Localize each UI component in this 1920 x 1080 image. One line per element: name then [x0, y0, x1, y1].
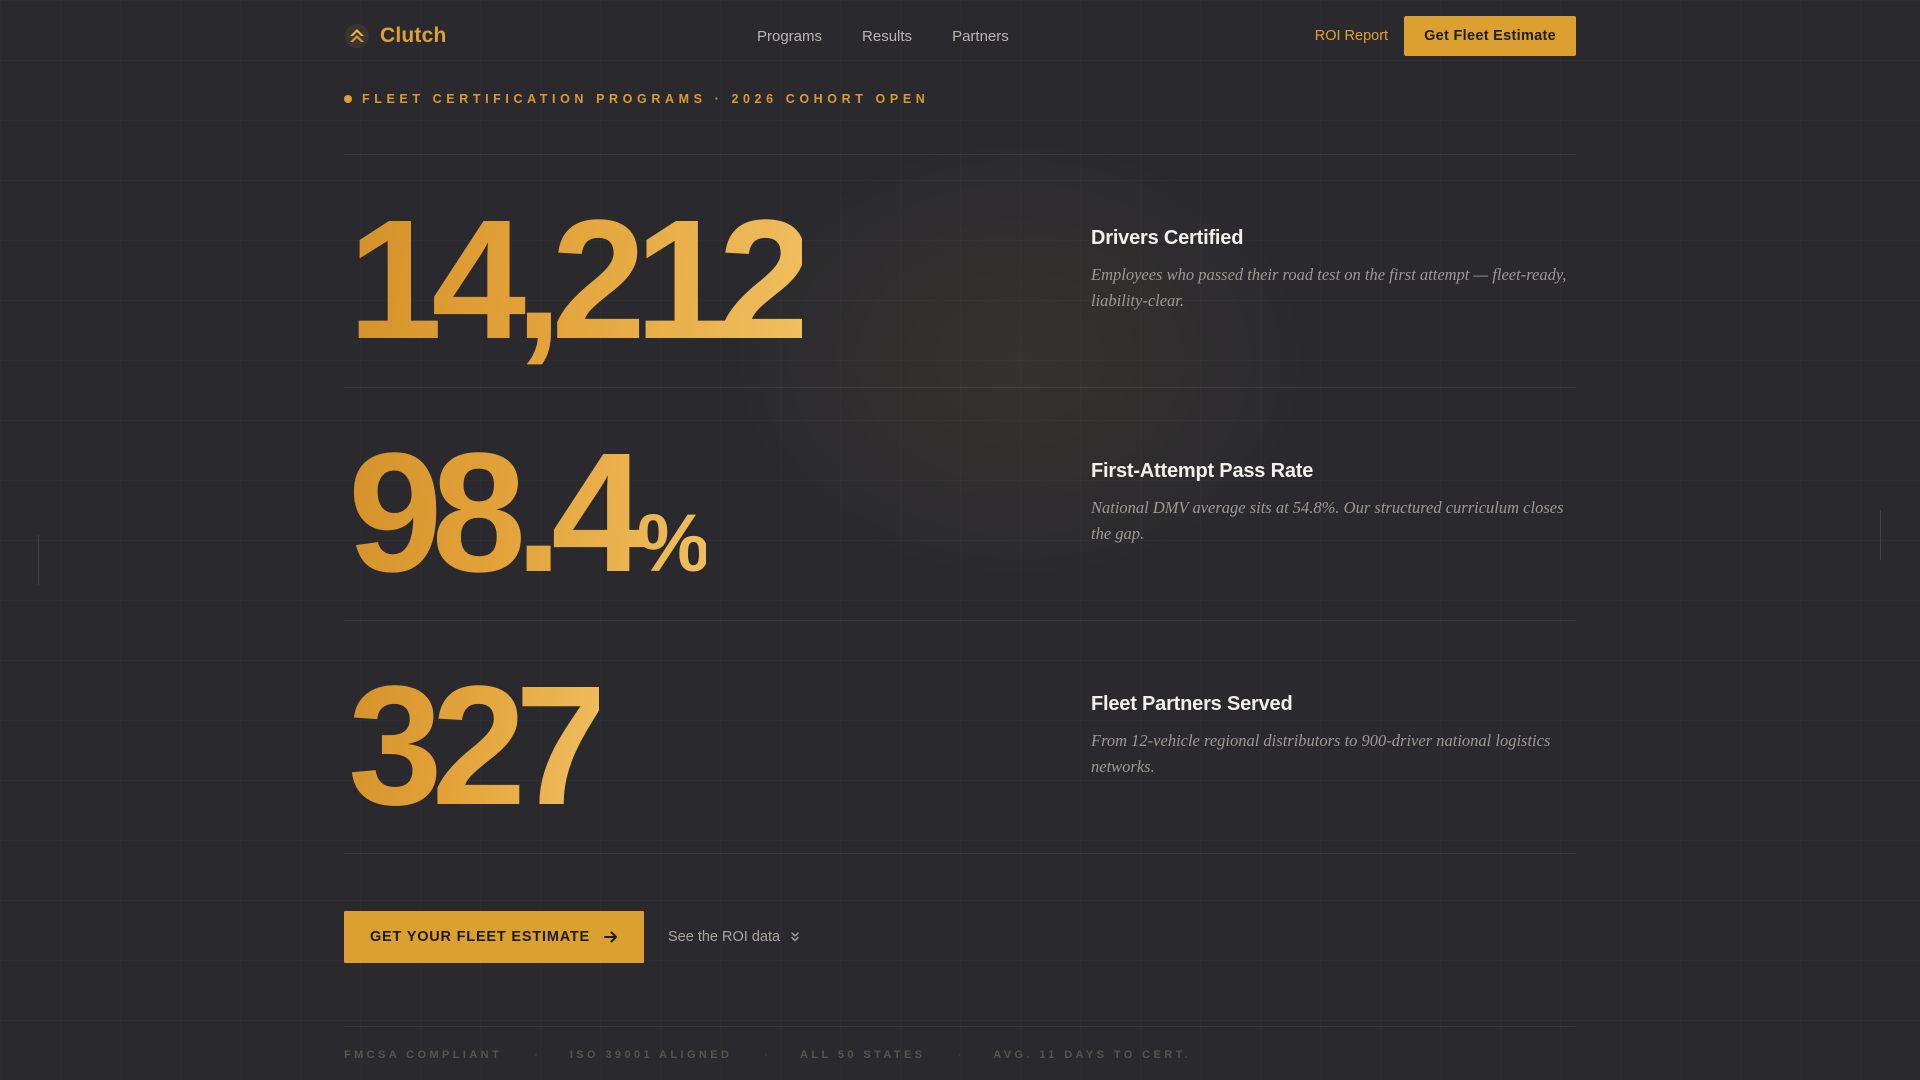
eyebrow: FLEET CERTIFICATION PROGRAMS · 2026 COHO…: [344, 92, 929, 106]
stat-title: Drivers Certified: [1091, 227, 1244, 249]
roi-report-link[interactable]: ROI Report: [1315, 28, 1388, 44]
stat-title: Fleet Partners Served: [1091, 693, 1293, 715]
cta-row: GET YOUR FLEET ESTIMATE See the ROI data: [344, 911, 800, 963]
nav-link-programs[interactable]: Programs: [757, 28, 822, 45]
trust-item: FMCSA COMPLIANT: [344, 1049, 503, 1061]
trust-separator: ·: [764, 1049, 769, 1061]
trust-item: ISO 39001 ALIGNED: [569, 1049, 733, 1061]
stat-value: 14,212: [348, 195, 802, 365]
stat-fleet-partners: 327 Fleet Partners Served From 12-vehicl…: [344, 621, 1576, 854]
stat-text: Drivers Certified Employees who passed t…: [1091, 227, 1581, 314]
roi-data-label: See the ROI data: [668, 929, 781, 945]
nav-links: Programs Results Partners: [757, 0, 1009, 72]
brand-name: Clutch: [380, 24, 447, 47]
nav-link-results[interactable]: Results: [862, 28, 912, 45]
stat-number: 327: [348, 651, 599, 841]
stat-title: First-Attempt Pass Rate: [1091, 460, 1314, 482]
stat-value: 98.4%: [348, 428, 706, 598]
eyebrow-text: FLEET CERTIFICATION PROGRAMS · 2026 COHO…: [362, 92, 930, 106]
page-container: Clutch Programs Results Partners ROI Rep…: [344, 0, 1576, 1061]
get-fleet-estimate-button[interactable]: Get Fleet Estimate: [1404, 16, 1576, 56]
stats-list: 14,212 Drivers Certified Employees who p…: [344, 154, 1576, 854]
trust-separator: ·: [534, 1049, 538, 1061]
trust-item: AVG. 11 DAYS TO CERT.: [993, 1049, 1191, 1061]
cta-label: GET YOUR FLEET ESTIMATE: [369, 929, 591, 945]
trust-separator: ·: [957, 1049, 962, 1061]
stat-description: National DMV average sits at 54.8%. Our …: [1091, 498, 1564, 543]
left-rail-line: [38, 535, 39, 585]
status-dot-icon: [344, 95, 352, 103]
right-rail-line: [1880, 510, 1881, 560]
stat-value: 327: [348, 661, 599, 831]
stat-text: Fleet Partners Served From 12-vehicle re…: [1091, 693, 1581, 780]
stat-drivers-certified: 14,212 Drivers Certified Employees who p…: [344, 155, 1576, 388]
nav-link-partners[interactable]: Partners: [952, 28, 1009, 45]
get-your-fleet-estimate-button[interactable]: GET YOUR FLEET ESTIMATE: [344, 911, 644, 963]
chevron-up-logo-icon: [345, 24, 369, 48]
brand[interactable]: Clutch: [344, 23, 447, 49]
arrow-right-icon: [604, 931, 618, 943]
trust-strip: FMCSA COMPLIANT · ISO 39001 ALIGNED · AL…: [344, 1026, 1576, 1061]
double-chevron-down-icon: [791, 932, 799, 942]
stat-text: First-Attempt Pass Rate National DMV ave…: [1091, 460, 1581, 547]
nav-actions: ROI Report Get Fleet Estimate: [1315, 16, 1576, 56]
see-roi-data-link[interactable]: See the ROI data: [668, 929, 800, 945]
stat-unit: %: [636, 498, 706, 589]
top-nav: Clutch Programs Results Partners ROI Rep…: [344, 0, 1576, 72]
stat-description: Employees who passed their road test on …: [1091, 265, 1567, 310]
stat-number: 14,212: [348, 185, 802, 375]
stat-pass-rate: 98.4% First-Attempt Pass Rate National D…: [344, 388, 1576, 621]
stat-number: 98.4: [348, 418, 635, 608]
stat-description: From 12-vehicle regional distributors to…: [1091, 731, 1551, 776]
trust-item: ALL 50 STATES: [800, 1049, 926, 1061]
